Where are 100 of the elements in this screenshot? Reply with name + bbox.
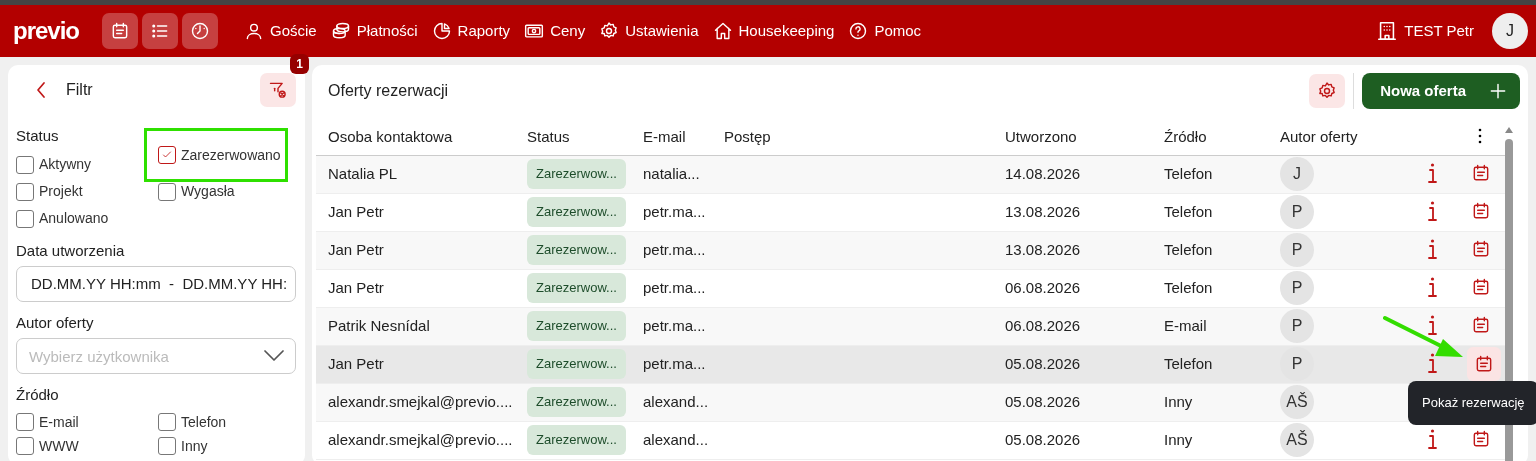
nav-link[interactable]: Ustawienia <box>597 15 701 47</box>
status-tag: Zarezerwow... <box>527 197 626 227</box>
table-row[interactable]: Jan Petr Zarezerwow... petr.ma... 13.08.2026 Telefon P <box>316 193 1505 231</box>
author-avatar: P <box>1280 271 1314 305</box>
info-icon <box>1428 276 1437 297</box>
home-icon <box>712 21 733 41</box>
table-cell: Telefon <box>1152 193 1268 231</box>
nav-link[interactable]: Raporty <box>429 15 513 47</box>
info-icon <box>1428 238 1437 259</box>
table-cell: E-mail <box>1152 307 1268 345</box>
checkbox[interactable] <box>16 437 34 455</box>
checkbox[interactable] <box>158 413 176 431</box>
checkbox-option[interactable]: E-mail <box>16 410 158 434</box>
chevron-left-icon <box>36 81 46 99</box>
table-row[interactable]: alexandr.smejkal@previo.... Zarezerwow... alexand... 05.08.2026 Inny AŠ <box>316 421 1505 459</box>
table-cell: alexand... <box>631 383 712 421</box>
status-tag: Zarezerwow... <box>527 311 626 341</box>
checkbox[interactable] <box>16 155 34 174</box>
author-avatar: AŠ <box>1280 423 1314 457</box>
table-cell: alexand... <box>631 421 712 459</box>
column-header: E-mail <box>631 119 712 155</box>
table-cell: 06.08.2026 <box>993 269 1152 307</box>
coins-icon <box>330 21 351 41</box>
calendar-icon <box>1471 238 1491 259</box>
user-avatar[interactable]: J <box>1492 13 1528 49</box>
status-tag: Zarezerwow... <box>527 387 626 417</box>
status-tag: Zarezerwow... <box>527 159 626 189</box>
checkbox-option[interactable]: Zarezerwowano <box>144 128 288 182</box>
table-cell: petr.ma... <box>631 193 712 231</box>
checkbox-option[interactable]: Telefon <box>158 410 296 434</box>
table-cell: petr.ma... <box>631 231 712 269</box>
checkbox-option[interactable]: WWW <box>16 434 158 458</box>
status-tag: Zarezerwow... <box>527 349 626 379</box>
banknote-icon <box>524 21 545 41</box>
checkbox[interactable] <box>158 437 176 455</box>
page-title: Oferty rezerwacji <box>328 81 449 101</box>
checkbox[interactable] <box>158 146 176 164</box>
new-offer-button[interactable]: Nowa oferta <box>1362 73 1520 109</box>
checkbox-option[interactable]: Anulowano <box>16 205 158 232</box>
status-tag: Zarezerwow... <box>527 235 626 265</box>
table-cell: 06.08.2026 <box>993 307 1152 345</box>
gauge-button[interactable] <box>182 13 219 49</box>
settings-icon <box>1317 81 1338 101</box>
table-cell: petr.ma... <box>631 345 712 383</box>
table-cell: 13.08.2026 <box>993 231 1152 269</box>
info-icon <box>1428 200 1437 221</box>
table-cell: Inny <box>1152 421 1268 459</box>
table-cell: Jan Petr <box>316 231 515 269</box>
filter-title: Filtr <box>66 80 93 100</box>
checkbox[interactable] <box>16 182 34 201</box>
table-cell: petr.ma... <box>631 269 712 307</box>
checkbox[interactable] <box>158 182 176 201</box>
date-range-field[interactable]: DD.MM.YY HH:mm - DD.MM.YY HH: <box>16 266 296 302</box>
table-cell: natalia... <box>631 155 712 193</box>
table-cell: Inny <box>1152 383 1268 421</box>
column-header: Autor oferty <box>1268 119 1410 155</box>
logo[interactable]: previo <box>13 19 80 43</box>
author-avatar: J <box>1280 157 1314 191</box>
author-avatar: P <box>1280 309 1314 343</box>
nav-link[interactable]: Pomoc <box>846 15 924 47</box>
table-cell: Jan Petr <box>316 193 515 231</box>
checkbox[interactable] <box>16 413 34 431</box>
user-select-field[interactable]: Wybierz użytkownika <box>16 338 296 374</box>
help-icon <box>848 21 869 41</box>
calendar-button[interactable] <box>102 13 139 49</box>
settings-icon <box>599 21 620 41</box>
settings-button[interactable] <box>1309 74 1346 108</box>
pie-chart-icon <box>431 21 452 41</box>
nav-link[interactable]: Płatności <box>328 15 420 47</box>
table-cell: Jan Petr <box>316 345 515 383</box>
info-icon <box>1428 162 1437 183</box>
calendar-icon <box>1471 428 1491 449</box>
column-header: Osoba kontaktowa <box>316 119 515 155</box>
table-row[interactable]: Jan Petr Zarezerwow... petr.ma... 06.08.2026 Telefon P <box>316 269 1505 307</box>
list-button[interactable] <box>142 13 179 49</box>
nav-link[interactable]: Goście <box>242 15 319 47</box>
table-cell: Patrik Nesnídal <box>316 307 515 345</box>
plus-icon <box>1488 81 1508 101</box>
checkbox-option[interactable]: Inny <box>158 434 296 458</box>
checkbox[interactable] <box>16 209 34 228</box>
table-cell: Telefon <box>1152 155 1268 193</box>
tooltip: Pokaż rezerwację <box>1408 381 1536 425</box>
clear-filter-button[interactable] <box>260 73 296 107</box>
table-cell: alexandr.smejkal@previo.... <box>316 383 515 421</box>
calendar-icon <box>1471 276 1491 297</box>
info-icon <box>1428 314 1437 335</box>
field-label: Źródło <box>16 386 60 404</box>
chevron-down-icon <box>264 350 284 361</box>
table-cell: 14.08.2026 <box>993 155 1152 193</box>
nav-link[interactable]: Housekeeping <box>710 15 837 47</box>
table-cell: 05.08.2026 <box>993 345 1152 383</box>
table-cell: Telefon <box>1152 231 1268 269</box>
field-label: Data utworzenia <box>16 242 126 260</box>
property-selector[interactable]: TEST Petr <box>1374 15 1476 47</box>
nav-link[interactable]: Ceny <box>522 15 588 47</box>
table-cell: 05.08.2026 <box>993 421 1152 459</box>
filter-clear-icon <box>268 80 288 100</box>
column-header: Status <box>515 119 631 155</box>
field-label: Status <box>16 127 60 145</box>
column-header: Źródło <box>1152 119 1268 155</box>
